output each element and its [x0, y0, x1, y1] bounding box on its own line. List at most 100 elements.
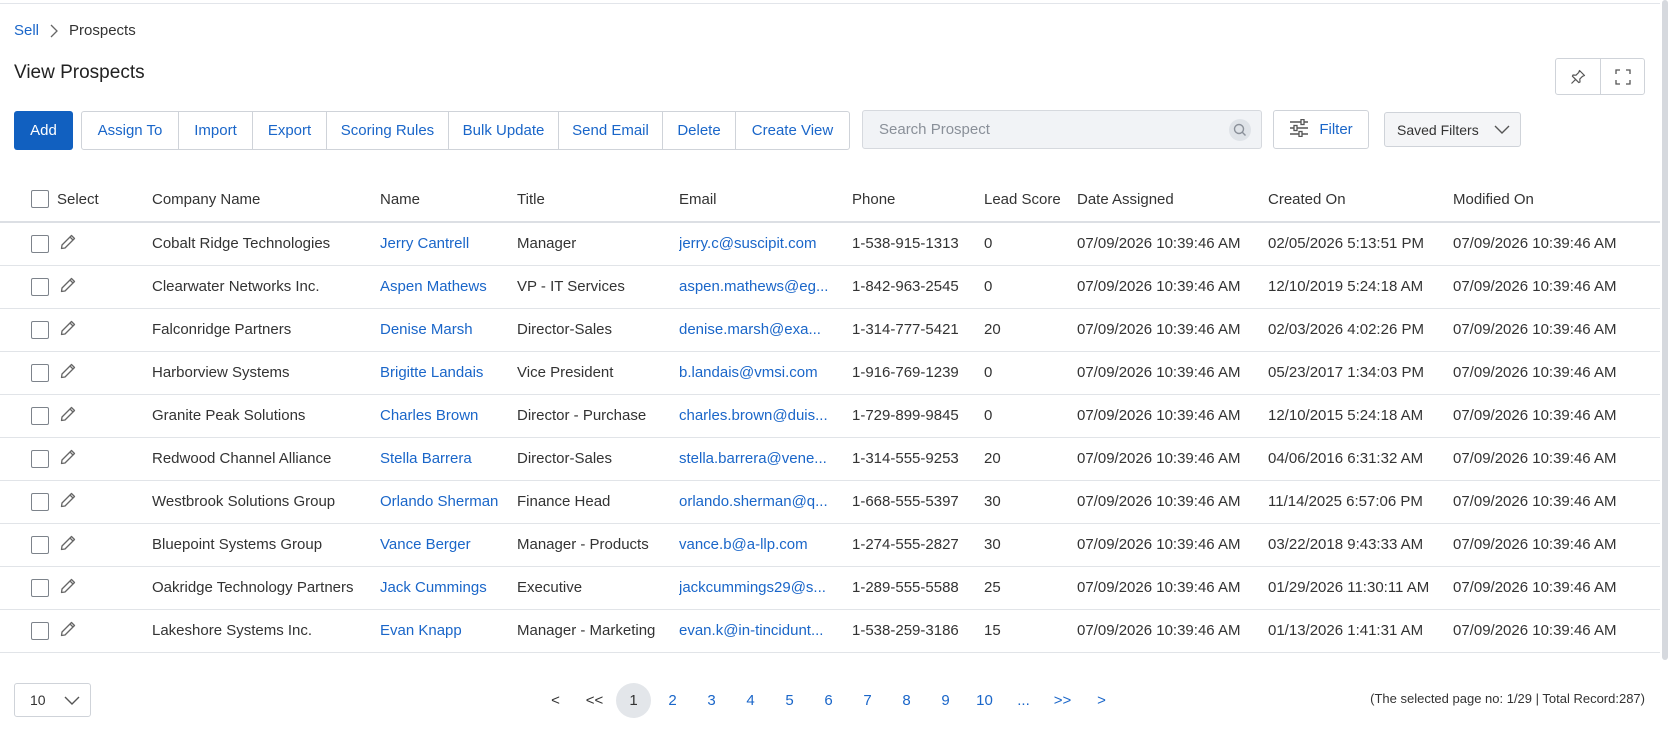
assign-to-button[interactable]: Assign To	[82, 112, 178, 149]
email-link[interactable]: aspen.mathews@eg...	[679, 278, 828, 295]
email-link[interactable]: orlando.sherman@q...	[679, 493, 828, 510]
email-link[interactable]: vance.b@a-llp.com	[679, 536, 808, 553]
prospect-name-link[interactable]: Charles Brown	[380, 407, 478, 424]
next-page-button[interactable]: >	[1082, 683, 1121, 718]
lead-score-cell: 0	[984, 394, 1077, 438]
import-button[interactable]: Import	[178, 111, 252, 149]
saved-filters-dropdown[interactable]: Saved Filters	[1384, 112, 1521, 147]
pencil-icon[interactable]	[59, 620, 77, 642]
pencil-icon[interactable]	[59, 491, 77, 513]
email-link[interactable]: evan.k@in-tincidunt...	[679, 622, 823, 639]
prospect-name-link[interactable]: Vance Berger	[380, 536, 471, 553]
prospect-name-link[interactable]: Jack Cummings	[380, 579, 487, 596]
lead-score-column-header[interactable]: Lead Score	[984, 177, 1077, 223]
page-2-button[interactable]: 2	[653, 683, 692, 718]
page-1-button[interactable]: 1	[616, 683, 651, 718]
modified-on-column-header[interactable]: Modified On	[1453, 177, 1660, 223]
search-box	[862, 110, 1262, 149]
modified-on-cell: 07/09/2026 10:39:46 AM	[1453, 523, 1660, 567]
export-button[interactable]: Export	[252, 111, 326, 149]
modified-on-cell: 07/09/2026 10:39:46 AM	[1453, 265, 1660, 309]
prev-page-button[interactable]: <	[536, 683, 575, 718]
page-9-button[interactable]: 9	[926, 683, 965, 718]
last-page-button[interactable]: >>	[1043, 683, 1082, 718]
page-5-button[interactable]: 5	[770, 683, 809, 718]
page-3-button[interactable]: 3	[692, 683, 731, 718]
email-link[interactable]: b.landais@vmsi.com	[679, 364, 818, 381]
prospect-name-link[interactable]: Stella Barrera	[380, 450, 472, 467]
bulk-update-button[interactable]: Bulk Update	[448, 111, 558, 149]
page-7-button[interactable]: 7	[848, 683, 887, 718]
delete-button[interactable]: Delete	[662, 111, 735, 149]
row-checkbox[interactable]	[31, 578, 49, 597]
pencil-icon[interactable]	[59, 405, 77, 427]
prospect-name-link[interactable]: Jerry Cantrell	[380, 235, 469, 252]
row-checkbox[interactable]	[31, 492, 49, 511]
table-row: Bluepoint Systems Group Vance Berger Manag…	[0, 523, 1660, 567]
row-checkbox[interactable]	[31, 535, 49, 554]
pencil-icon[interactable]	[59, 577, 77, 599]
phone-cell: 1-314-555-9253	[852, 437, 984, 481]
row-checkbox[interactable]	[31, 320, 49, 339]
send-email-button[interactable]: Send Email	[558, 111, 662, 149]
created-on-column-header[interactable]: Created On	[1268, 177, 1453, 223]
add-button[interactable]: Add	[14, 110, 73, 150]
search-icon[interactable]	[1229, 119, 1251, 141]
pencil-icon[interactable]	[59, 233, 77, 255]
breadcrumb-sell-link[interactable]: Sell	[14, 22, 39, 39]
pencil-icon[interactable]	[59, 448, 77, 470]
page-8-button[interactable]: 8	[887, 683, 926, 718]
row-checkbox[interactable]	[31, 449, 49, 468]
email-link[interactable]: jerry.c@suscipit.com	[679, 235, 816, 252]
row-checkbox[interactable]	[31, 234, 49, 253]
email-link[interactable]: denise.marsh@exa...	[679, 321, 821, 338]
view-tools	[1555, 58, 1645, 95]
vertical-scrollbar[interactable]	[1662, 0, 1668, 660]
prospect-name-link[interactable]: Evan Knapp	[380, 622, 462, 639]
row-select-cell	[0, 437, 152, 481]
title-column-header[interactable]: Title	[517, 177, 679, 223]
row-checkbox[interactable]	[31, 406, 49, 425]
row-checkbox[interactable]	[31, 363, 49, 382]
select-all-checkbox[interactable]	[31, 190, 49, 208]
row-checkbox[interactable]	[31, 277, 49, 296]
email-link[interactable]: charles.brown@duis...	[679, 407, 828, 424]
company-column-header[interactable]: Company Name	[152, 177, 380, 223]
created-on-cell: 03/22/2018 9:43:33 AM	[1268, 523, 1453, 567]
page-6-button[interactable]: 6	[809, 683, 848, 718]
lead-score-cell: 0	[984, 351, 1077, 395]
pencil-icon[interactable]	[59, 534, 77, 556]
modified-on-cell: 07/09/2026 10:39:46 AM	[1453, 566, 1660, 610]
create-view-button[interactable]: Create View	[735, 111, 849, 149]
fullscreen-icon[interactable]	[1600, 59, 1644, 94]
row-checkbox[interactable]	[31, 621, 49, 640]
page-4-button[interactable]: 4	[731, 683, 770, 718]
pencil-icon[interactable]	[59, 276, 77, 298]
filter-button[interactable]: Filter	[1273, 110, 1369, 149]
date-assigned-column-header[interactable]: Date Assigned	[1077, 177, 1268, 223]
phone-column-header[interactable]: Phone	[852, 177, 984, 223]
first-page-button[interactable]: <<	[575, 683, 614, 718]
created-on-cell: 02/03/2026 4:02:26 PM	[1268, 308, 1453, 352]
email-link[interactable]: jackcummings29@s...	[679, 579, 826, 596]
page-size-select[interactable]: 10	[14, 683, 91, 717]
row-select-cell	[0, 308, 152, 352]
email-column-header[interactable]: Email	[679, 177, 852, 223]
breadcrumb-current: Prospects	[69, 22, 136, 39]
prospect-name-link[interactable]: Brigitte Landais	[380, 364, 483, 381]
prospect-name-link[interactable]: Denise Marsh	[380, 321, 473, 338]
pin-icon[interactable]	[1556, 59, 1600, 94]
table-row: Granite Peak Solutions Charles Brown Direc…	[0, 394, 1660, 438]
row-select-cell	[0, 222, 152, 266]
pencil-icon[interactable]	[59, 319, 77, 341]
search-input[interactable]	[863, 111, 1223, 148]
prospect-name-link[interactable]: Orlando Sherman	[380, 493, 498, 510]
row-select-cell	[0, 351, 152, 395]
email-link[interactable]: stella.barrera@vene...	[679, 450, 827, 467]
page-10-button[interactable]: 10	[965, 683, 1004, 718]
name-column-header[interactable]: Name	[380, 177, 517, 223]
prospect-name-link[interactable]: Aspen Mathews	[380, 278, 487, 295]
scoring-rules-button[interactable]: Scoring Rules	[326, 111, 448, 149]
pencil-icon[interactable]	[59, 362, 77, 384]
date-assigned-cell: 07/09/2026 10:39:46 AM	[1077, 566, 1268, 610]
